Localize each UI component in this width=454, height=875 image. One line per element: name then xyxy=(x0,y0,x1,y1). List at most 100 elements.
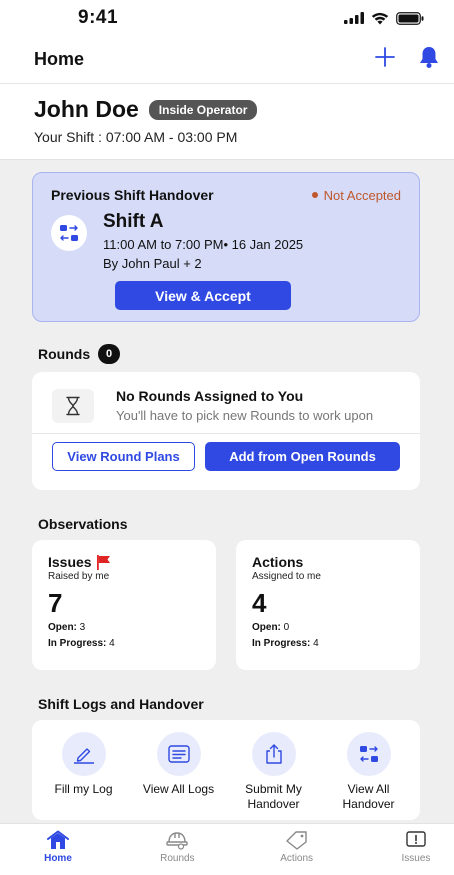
status-dot xyxy=(311,192,318,198)
fill-log-button[interactable]: Fill my Log xyxy=(36,732,131,820)
flag-icon xyxy=(96,554,110,570)
header-actions xyxy=(374,45,440,74)
handover-body: Shift A 11:00 AM to 7:00 PM• 16 Jan 2025… xyxy=(51,211,401,271)
actions-progress: In Progress: 4 xyxy=(252,638,404,649)
actions-title: Actions xyxy=(252,554,304,570)
fill-log-icon-circle xyxy=(61,732,106,776)
status-badge: Not Accepted xyxy=(311,187,401,203)
bottom-nav: Home Rounds Actions Issues xyxy=(0,823,454,875)
handover-status: Not Accepted xyxy=(323,187,401,203)
actions-title-row: Actions xyxy=(252,554,404,570)
submit-handover-label: Submit My Handover xyxy=(245,782,302,811)
view-accept-button[interactable]: View & Accept xyxy=(115,281,291,310)
view-round-plans-button[interactable]: View Round Plans xyxy=(52,442,196,471)
user-name: John Doe xyxy=(34,96,139,122)
nav-rounds[interactable]: Rounds xyxy=(147,824,207,875)
handover-time: 11:00 AM to 7:00 PM• 16 Jan 2025 xyxy=(103,237,304,252)
hardhat-icon xyxy=(166,832,189,850)
nav-issues-label: Issues xyxy=(401,853,431,864)
submit-handover-button[interactable]: Submit My Handover xyxy=(226,732,321,820)
issues-open-label: Open: xyxy=(48,622,77,633)
add-open-rounds-button[interactable]: Add from Open Rounds xyxy=(205,442,400,471)
issues-sub: Raised by me xyxy=(48,571,110,582)
handover-by: By John Paul + 2 xyxy=(103,256,202,271)
handover-header: Previous Shift Handover Not Accepted xyxy=(51,187,401,203)
handover-avatar xyxy=(51,215,87,251)
logs-title: Shift Logs and Handover xyxy=(38,696,204,712)
actions-open: Open: 0 xyxy=(252,622,404,633)
actions-progress-value: 4 xyxy=(313,638,319,649)
issues-open: Open: 3 xyxy=(48,622,200,633)
view-logs-button[interactable]: View All Logs xyxy=(131,732,226,820)
nav-rounds-label: Rounds xyxy=(160,853,195,864)
actions-open-value: 0 xyxy=(283,622,290,633)
status-bar: 9:41 xyxy=(0,0,454,36)
shift-time: Your Shift : 07:00 AM - 03:00 PM xyxy=(34,129,238,145)
status-time: 9:41 xyxy=(78,7,119,28)
main-content: Previous Shift Handover Not Accepted Shi… xyxy=(0,160,454,820)
nav-actions[interactable]: Actions xyxy=(267,824,327,875)
wifi-icon xyxy=(371,12,389,24)
logs-card: Fill my Log View All Logs Submit My Hand… xyxy=(32,720,420,820)
issues-title: Issues xyxy=(48,554,92,570)
actions-sub: Assigned to me xyxy=(252,571,321,582)
handover-card: Previous Shift Handover Not Accepted Shi… xyxy=(32,172,420,322)
hourglass-icon xyxy=(66,396,80,415)
share-icon xyxy=(265,744,282,764)
view-logs-icon-circle xyxy=(156,732,201,776)
logs-section-title: Shift Logs and Handover xyxy=(38,696,420,712)
tag-icon xyxy=(285,831,307,850)
notifications-button[interactable] xyxy=(418,45,440,74)
bell-icon xyxy=(420,47,438,68)
observations-title: Observations xyxy=(38,516,128,532)
observations-row: Issues Raised by me 7 Open: 3 In Progres… xyxy=(32,540,420,670)
rounds-empty-title: No Rounds Assigned to You xyxy=(116,388,304,404)
actions-open-label: Open: xyxy=(252,622,281,633)
handover-title: Previous Shift Handover xyxy=(51,187,214,203)
rounds-icon-box xyxy=(52,388,94,423)
rounds-empty-state: No Rounds Assigned to You You'll have to… xyxy=(32,372,420,434)
view-handover-button[interactable]: View All Handover xyxy=(321,732,416,820)
issues-progress-value: 4 xyxy=(109,638,115,649)
rounds-section-title: Rounds 0 xyxy=(38,344,420,364)
user-block: John Doe Inside Operator Your Shift : 07… xyxy=(0,84,454,160)
submit-handover-icon-circle xyxy=(251,732,296,776)
issues-card[interactable]: Issues Raised by me 7 Open: 3 In Progres… xyxy=(32,540,216,670)
nav-actions-label: Actions xyxy=(280,853,314,864)
observations-section-title: Observations xyxy=(38,516,420,532)
status-icons xyxy=(344,11,424,25)
issues-count: 7 xyxy=(48,588,63,618)
rounds-title: Rounds xyxy=(38,346,91,362)
page-title: Home xyxy=(34,49,85,69)
view-handover-icon-circle xyxy=(346,732,391,776)
issues-title-row: Issues xyxy=(48,554,200,570)
shift-name: Shift A xyxy=(103,211,164,232)
nav-issues[interactable]: Issues xyxy=(386,824,446,875)
handover-details: Shift A 11:00 AM to 7:00 PM• 16 Jan 2025… xyxy=(103,211,303,271)
nav-home-label: Home xyxy=(44,853,72,864)
battery-icon xyxy=(396,11,424,25)
fill-log-label: Fill my Log xyxy=(54,782,113,796)
rounds-card: No Rounds Assigned to You You'll have to… xyxy=(32,372,420,490)
issues-open-value: 3 xyxy=(79,622,86,633)
app-header: Home xyxy=(0,36,454,84)
swap-icon xyxy=(60,225,78,241)
actions-card[interactable]: Actions Assigned to me 4 Open: 0 In Prog… xyxy=(236,540,420,670)
alert-icon xyxy=(406,831,426,847)
actions-count: 4 xyxy=(252,588,267,618)
list-icon xyxy=(167,745,190,763)
issues-progress-label: In Progress: xyxy=(48,638,107,649)
top-area: 9:41 Home John Doe Inside Operator Your … xyxy=(0,0,454,160)
view-handover-label: View All Handover xyxy=(342,782,395,811)
rounds-count-badge: 0 xyxy=(98,344,121,364)
actions-progress-label: In Progress: xyxy=(252,638,311,649)
plus-icon xyxy=(375,47,395,67)
home-icon xyxy=(47,830,69,849)
signal-icon xyxy=(344,12,364,24)
nav-home[interactable]: Home xyxy=(28,824,88,875)
rounds-buttons: View Round Plans Add from Open Rounds xyxy=(32,434,420,471)
add-button[interactable] xyxy=(374,46,396,73)
rounds-empty-text: No Rounds Assigned to You You'll have to… xyxy=(116,388,373,423)
user-row: John Doe Inside Operator xyxy=(34,96,420,123)
issues-progress: In Progress: 4 xyxy=(48,638,200,649)
